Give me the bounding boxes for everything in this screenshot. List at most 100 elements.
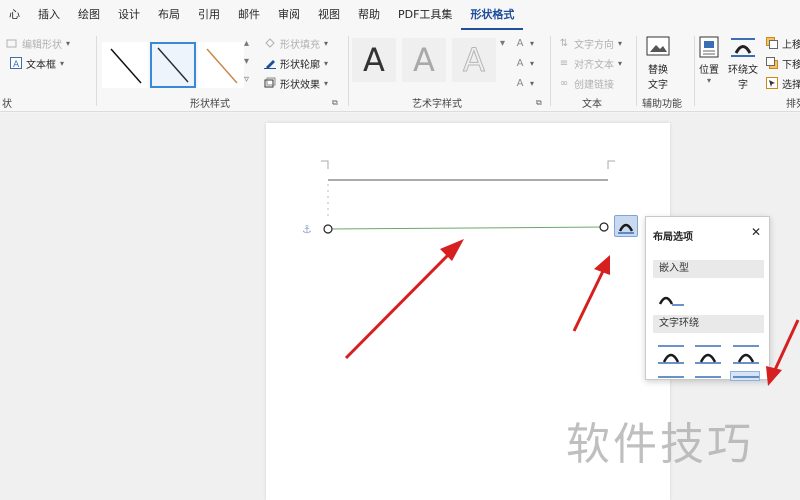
shape-effects-icon	[264, 77, 276, 89]
bring-forward-icon	[766, 37, 778, 49]
ribbon-separator	[636, 36, 637, 106]
group-label: 辅助功能	[642, 99, 682, 110]
chevron-down-icon: ▾	[530, 78, 535, 88]
group-label: 艺术字样式	[412, 99, 462, 110]
send-backward-button[interactable]: 下移	[766, 54, 800, 72]
text-outline-button[interactable]: A ▾	[514, 54, 534, 72]
wrap-option-through[interactable]	[730, 341, 760, 365]
wrap-section-header: 文字环绕	[653, 315, 764, 333]
more-icon: ▿	[244, 73, 250, 85]
text-fill-icon: A	[516, 37, 524, 49]
chevron-down-icon: ▾	[618, 58, 623, 68]
position-icon	[698, 36, 720, 61]
gallery-more-button[interactable]: ▾	[500, 34, 505, 52]
popup-title: 布局选项	[653, 232, 693, 243]
menu-item-references[interactable]: 引用	[189, 0, 229, 30]
chevron-down-icon: ▾	[324, 78, 329, 88]
text-direction-icon: ⇅	[559, 37, 569, 49]
wordart-style-gray[interactable]: A	[402, 38, 446, 82]
menu-item-review[interactable]: 审阅	[269, 0, 309, 30]
chevron-down-icon: ▾	[530, 38, 535, 48]
wrap-text-button[interactable]: 环绕文 字	[728, 36, 758, 91]
chevron-up-icon: ▴	[244, 37, 250, 49]
group-insert-shapes: 编辑形状 ▾ A 文本框 ▾ 状	[0, 30, 94, 112]
ribbon-separator	[96, 36, 97, 106]
chevron-down-icon: ▾	[66, 38, 71, 48]
wordart-style-outline[interactable]: A	[452, 38, 496, 82]
wrap-option-top-bottom[interactable]	[655, 371, 685, 381]
paint-bucket-icon	[264, 37, 276, 49]
close-icon[interactable]: ✕	[751, 225, 761, 239]
layout-options-icon	[618, 223, 634, 234]
group-label: 排列	[786, 99, 800, 110]
create-link-button[interactable]: ∞ 创建链接	[558, 74, 614, 92]
send-backward-icon	[766, 57, 778, 69]
menu-item-view[interactable]: 视图	[309, 0, 349, 30]
dialog-launcher-icon[interactable]: ⧉	[332, 94, 338, 112]
menu-item-draw[interactable]: 绘图	[69, 0, 109, 30]
group-wordart-styles: A A A ▾ A ▾ A ▾ A ▾ 艺术字样式 ⧉	[350, 30, 548, 112]
text-box-button[interactable]: A 文本框 ▾	[10, 54, 64, 72]
red-arrow-2-head	[594, 255, 610, 275]
wrap-option-tight[interactable]	[692, 341, 722, 365]
group-accessibility: 替换 文字 辅助功能	[638, 30, 694, 112]
menu-item-mailings[interactable]: 邮件	[229, 0, 269, 30]
menu-bar: 心 插入 绘图 设计 布局 引用 邮件 审阅 视图 帮助 PDF工具集 形状格式	[0, 0, 800, 30]
position-button[interactable]: 位置 ▾	[698, 36, 720, 85]
chevron-down-icon: ▾	[324, 38, 329, 48]
ribbon-separator	[550, 36, 551, 106]
gallery-down-button[interactable]: ▾	[244, 52, 249, 70]
crop-mark-right	[607, 160, 615, 169]
gallery-up-button[interactable]: ▴	[244, 34, 249, 52]
wrap-square-icon	[658, 345, 684, 364]
menu-item-insert[interactable]: 插入	[29, 0, 69, 30]
chevron-down-icon: ▾	[530, 58, 535, 68]
shape-fill-button[interactable]: 形状填充 ▾	[264, 34, 328, 52]
shape-outline-button[interactable]: 形状轮廓 ▾	[264, 54, 328, 72]
wrap-text-icon	[730, 36, 756, 61]
text-box-icon: A	[10, 57, 22, 69]
selection-pane-button[interactable]: 选择	[766, 74, 800, 92]
wordart-style-plain[interactable]: A	[352, 38, 396, 82]
chevron-down-icon: ▾	[618, 38, 623, 48]
wrap-option-in-front-selected[interactable]	[730, 371, 760, 381]
text-effects-button[interactable]: A ▾	[514, 74, 534, 92]
layout-options-button[interactable]	[614, 215, 638, 237]
chevron-down-icon: ▾	[706, 76, 711, 85]
text-fill-button[interactable]: A ▾	[514, 34, 534, 52]
ribbon: 编辑形状 ▾ A 文本框 ▾ 状 ▴ ▾ ▿ 形状填充 ▾ 形状轮廓 ▾ 形状效…	[0, 30, 800, 112]
chevron-down-icon: ▾	[60, 58, 65, 68]
line-style-black[interactable]	[102, 42, 148, 88]
gallery-more-button[interactable]: ▿	[244, 70, 249, 88]
wrap-option-square[interactable]	[655, 341, 685, 365]
edit-shape-button[interactable]: 编辑形状 ▾	[6, 34, 70, 52]
menu-item-design[interactable]: 设计	[109, 0, 149, 30]
menu-item-pdf-tools[interactable]: PDF工具集	[389, 0, 461, 30]
chevron-down-icon: ▾	[244, 55, 250, 67]
red-arrow-3	[766, 319, 800, 386]
menu-item-home[interactable]: 心	[0, 0, 29, 30]
line-style-dark-selected[interactable]	[150, 42, 196, 88]
menu-item-shape-format[interactable]: 形状格式	[461, 0, 524, 30]
wrap-option-behind-text[interactable]	[692, 371, 722, 381]
selection-pane-icon	[766, 77, 778, 89]
group-label: 状	[2, 99, 12, 110]
wrap-option-inline[interactable]	[655, 285, 685, 309]
line-style-orange[interactable]	[198, 42, 244, 88]
selected-line-shape	[327, 226, 605, 230]
bring-forward-button[interactable]: 上移	[766, 34, 800, 52]
chevron-down-icon: ▾	[324, 58, 329, 68]
align-text-button[interactable]: ≡ 对齐文本 ▾	[558, 54, 622, 72]
shape-effects-button[interactable]: 形状效果 ▾	[264, 74, 328, 92]
wrap-behind-icon	[695, 376, 721, 378]
chevron-down-icon: ▾	[500, 37, 506, 49]
menu-item-layout[interactable]: 布局	[149, 0, 189, 30]
inline-icon	[658, 296, 684, 306]
text-direction-button[interactable]: ⇅ 文字方向 ▾	[558, 34, 622, 52]
edit-shape-icon	[6, 37, 18, 49]
svg-text:A: A	[13, 60, 20, 69]
alt-text-button[interactable]: 替换 文字	[646, 36, 670, 91]
dialog-launcher-icon[interactable]: ⧉	[536, 94, 542, 112]
inline-section-header: 嵌入型	[653, 260, 764, 278]
menu-item-help[interactable]: 帮助	[349, 0, 389, 30]
